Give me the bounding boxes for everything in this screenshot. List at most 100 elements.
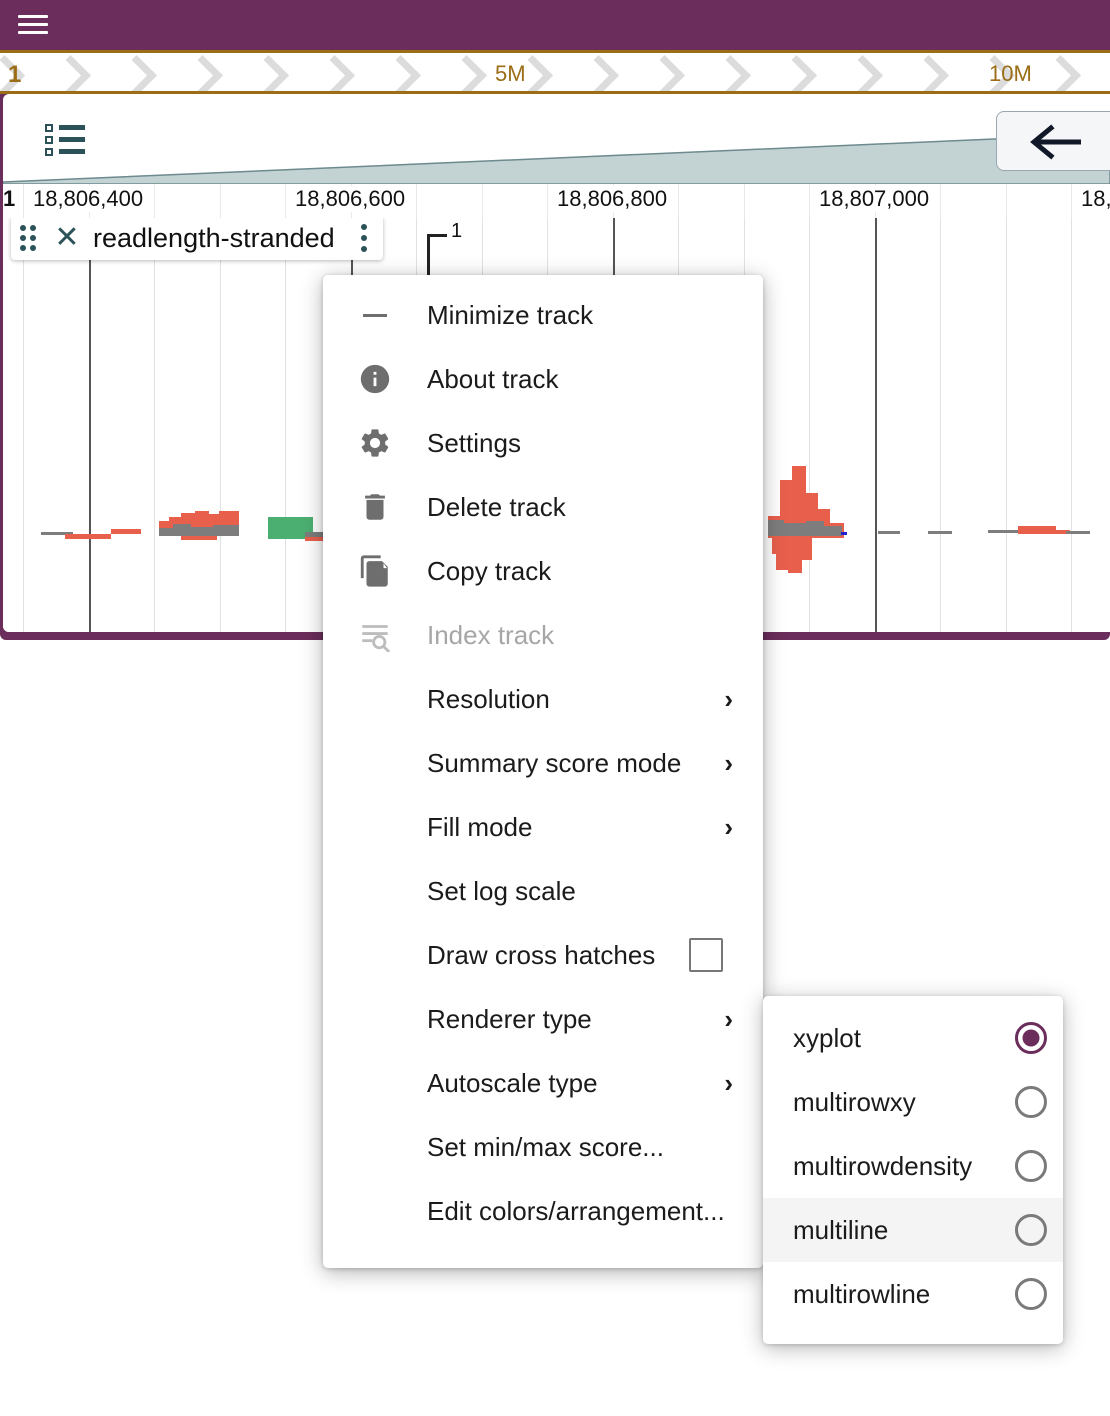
back-button[interactable]	[996, 111, 1110, 171]
track-name-label: readlength-stranded	[93, 222, 335, 253]
radio-multirowline[interactable]	[1015, 1278, 1047, 1310]
drag-dot	[30, 245, 36, 251]
menu-item-label: Copy track	[427, 555, 552, 586]
submenu-option-multiline[interactable]: multiline	[763, 1198, 1063, 1262]
submenu-option-xyplot[interactable]: xyplot	[763, 1006, 1063, 1070]
ruler-tick	[547, 184, 548, 218]
hamburger-bar	[18, 23, 48, 26]
menu-item-about-track[interactable]: About track	[323, 347, 763, 411]
chevron-right-icon	[1042, 55, 1080, 91]
chevron-right-icon	[250, 55, 288, 91]
drag-dot	[20, 235, 26, 241]
menu-item-label: Fill mode	[427, 811, 533, 842]
menu-item-delete-track[interactable]: Delete track	[323, 475, 763, 539]
hamburger-icon[interactable]	[18, 13, 48, 39]
chevron-right-icon	[448, 55, 486, 91]
chevron-right-icon	[910, 55, 948, 91]
list-bullet	[45, 136, 53, 144]
list-bullet	[45, 148, 53, 156]
drag-dot	[30, 235, 36, 241]
menu-item-label: Index track	[427, 619, 555, 650]
menu-item-renderer-type[interactable]: Renderer type ›	[323, 987, 763, 1051]
track-header[interactable]: ✕ readlength-stranded	[11, 218, 383, 260]
overview-ruler[interactable]: 1 5M 10M	[0, 50, 1110, 94]
ruler-tick	[940, 184, 941, 218]
coordinate-ruler[interactable]: 1 18,806,400 18,806,600 18,806,800 18,80…	[3, 184, 1110, 219]
kebab-dot	[360, 224, 367, 230]
chevron-right-icon: ›	[724, 1003, 733, 1034]
menu-item-label: Summary score mode	[427, 747, 682, 778]
menu-item-label: Resolution	[427, 683, 550, 714]
region-scale-polygon	[3, 133, 1110, 184]
menu-item-summary-score-mode[interactable]: Summary score mode ›	[323, 731, 763, 795]
list-bar	[59, 137, 85, 142]
menu-item-autoscale-type[interactable]: Autoscale type ›	[323, 1051, 763, 1115]
copy-icon	[323, 554, 427, 588]
track-context-menu[interactable]: Minimize track About track Settings Dele…	[323, 275, 763, 1268]
ruler-tick	[285, 184, 286, 218]
menu-item-set-min-max-score[interactable]: Set min/max score...	[323, 1115, 763, 1179]
drag-handle-icon[interactable]	[11, 225, 45, 251]
ruler-tick	[1006, 184, 1007, 218]
draw-cross-hatches-checkbox[interactable]	[689, 938, 723, 972]
ruler-tick	[482, 184, 483, 218]
menu-item-settings[interactable]: Settings	[323, 411, 763, 475]
chevron-right-icon	[646, 55, 684, 91]
info-icon	[323, 362, 427, 396]
chevron-right-icon	[778, 55, 816, 91]
app-header-bar	[0, 0, 1110, 53]
radio-multiline[interactable]	[1015, 1214, 1047, 1246]
submenu-option-label: multirowxy	[793, 1086, 916, 1117]
list-bar	[59, 125, 85, 130]
chevron-right-icon	[712, 55, 750, 91]
menu-item-label: Edit colors/arrangement...	[427, 1195, 725, 1226]
overview-tick-label: 10M	[989, 61, 1032, 86]
app-root: 1 5M 10M 1 18,806,400 18,806,600 18,806,…	[0, 0, 1110, 1416]
chevron-right-icon: ›	[724, 811, 733, 842]
submenu-option-multirowline[interactable]: multirowline	[763, 1262, 1063, 1326]
ruler-tick	[416, 184, 417, 218]
ruler-tick-label: 18,8	[1077, 186, 1110, 212]
list-menu-icon[interactable]	[45, 124, 89, 158]
ruler-tick-label: 18,806,800	[553, 186, 672, 212]
more-vertical-icon[interactable]	[345, 224, 383, 252]
ruler-tick	[23, 184, 24, 218]
submenu-option-multirowdensity[interactable]: multirowdensity	[763, 1134, 1063, 1198]
menu-item-fill-mode[interactable]: Fill mode ›	[323, 795, 763, 859]
submenu-option-label: multiline	[793, 1214, 889, 1245]
menu-item-minimize-track[interactable]: Minimize track	[323, 283, 763, 347]
menu-item-draw-cross-hatches[interactable]: Draw cross hatches	[323, 923, 763, 987]
chevron-right-icon: ›	[724, 1067, 733, 1098]
y-axis-tick	[427, 234, 447, 237]
chevron-right-icon	[580, 55, 618, 91]
menu-item-label: Set log scale	[427, 875, 576, 906]
submenu-option-multirowxy[interactable]: multirowxy	[763, 1070, 1063, 1134]
drag-dot	[20, 225, 26, 231]
menu-item-index-track: Index track	[323, 603, 763, 667]
ruler-tick-label: 18,806,400	[29, 186, 148, 212]
menu-item-edit-colors-arrangement[interactable]: Edit colors/arrangement...	[323, 1179, 763, 1243]
kebab-dot	[360, 235, 367, 241]
menu-item-label: Renderer type	[427, 1003, 592, 1034]
menu-item-set-log-scale[interactable]: Set log scale	[323, 859, 763, 923]
menu-item-copy-track[interactable]: Copy track	[323, 539, 763, 603]
ruler-tick	[1071, 184, 1072, 218]
close-icon[interactable]: ✕	[45, 223, 89, 253]
chevron-right-icon: ›	[724, 683, 733, 714]
y-axis-label: 1	[451, 220, 463, 242]
ruler-tick	[744, 184, 745, 218]
radio-xyplot[interactable]	[1015, 1022, 1047, 1054]
overview-refname: 1	[8, 61, 22, 88]
renderer-type-submenu[interactable]: xyplot multirowxy multirowdensity multil…	[763, 996, 1063, 1344]
hamburger-bar	[18, 15, 48, 18]
radio-multirowdensity[interactable]	[1015, 1150, 1047, 1182]
ruler-tick	[220, 184, 221, 218]
arrow-left-icon	[1030, 124, 1081, 160]
chevron-right-icon	[118, 55, 156, 91]
drag-dots	[20, 225, 36, 251]
radio-multirowxy[interactable]	[1015, 1086, 1047, 1118]
submenu-option-label: multirowdensity	[793, 1150, 973, 1181]
list-bar	[59, 149, 85, 154]
menu-item-resolution[interactable]: Resolution ›	[323, 667, 763, 731]
region-scale-indicator	[3, 94, 1110, 184]
